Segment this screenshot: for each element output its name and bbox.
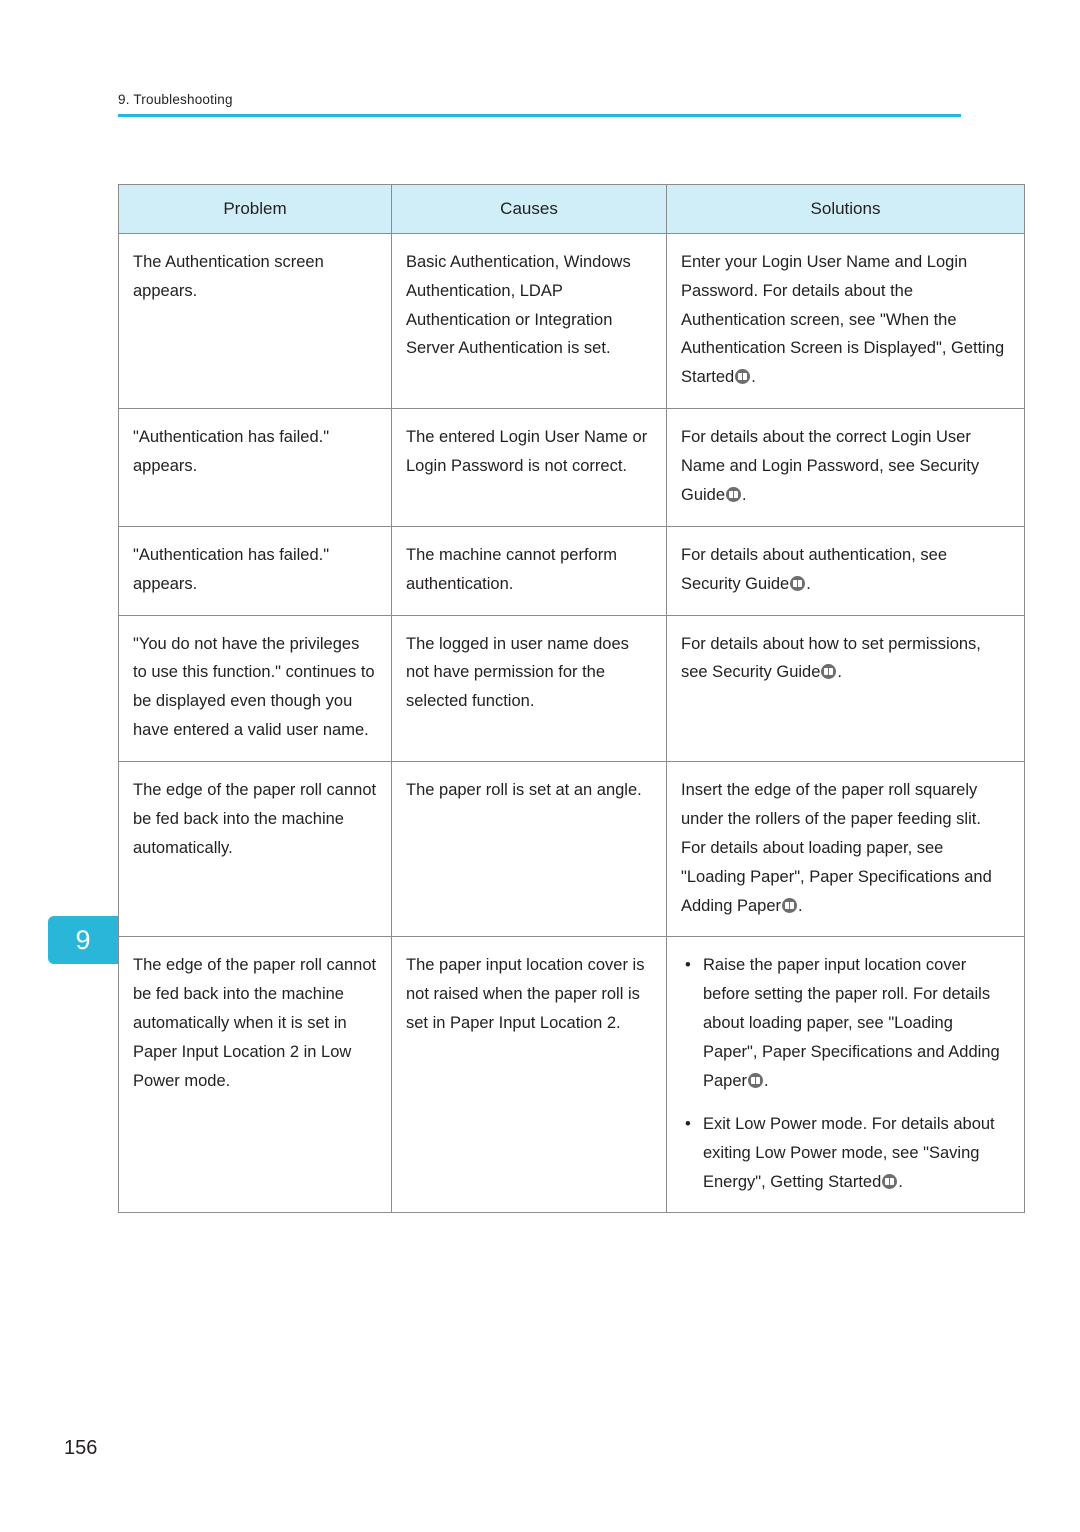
solution-bullet-list: Raise the paper input location cover bef… bbox=[681, 951, 1010, 1196]
table-row: The Authentication screen appears. Basic… bbox=[118, 232, 1025, 410]
table-row: The edge of the paper roll cannot be fed… bbox=[118, 936, 1025, 1214]
cell-solutions: For details about how to set permissions… bbox=[666, 614, 1025, 763]
solution-text-end: . bbox=[837, 663, 842, 682]
chapter-tab-number: 9 bbox=[75, 924, 91, 955]
manual-reference-icon bbox=[726, 486, 742, 502]
table-header-row: Problem Causes Solutions bbox=[118, 184, 1025, 234]
cell-causes: The machine cannot perform authenticatio… bbox=[391, 525, 667, 616]
page-header: 9. Troubleshooting bbox=[118, 92, 961, 117]
solution-text: Raise the paper input location cover bef… bbox=[703, 956, 1000, 1090]
cell-problem: "You do not have the privileges to use t… bbox=[118, 614, 392, 763]
cell-solutions: For details about the correct Login User… bbox=[666, 408, 1025, 527]
cell-solutions: For details about authentication, see Se… bbox=[666, 525, 1025, 616]
cell-causes: The logged in user name does not have pe… bbox=[391, 614, 667, 763]
cell-problem: "Authentication has failed." appears. bbox=[118, 525, 392, 616]
table-row: The edge of the paper roll cannot be fed… bbox=[118, 761, 1025, 938]
solution-text-end: . bbox=[806, 574, 811, 593]
cell-problem: The Authentication screen appears. bbox=[118, 232, 392, 410]
cell-solutions: Raise the paper input location cover bef… bbox=[666, 936, 1025, 1214]
solution-text: Exit Low Power mode. For details about e… bbox=[703, 1114, 995, 1191]
cell-problem: The edge of the paper roll cannot be fed… bbox=[118, 761, 392, 938]
solution-bullet-item: Raise the paper input location cover bef… bbox=[681, 951, 1010, 1095]
cell-solutions: Enter your Login User Name and Login Pas… bbox=[666, 232, 1025, 410]
cell-solutions: Insert the edge of the paper roll square… bbox=[666, 761, 1025, 938]
column-header-solutions: Solutions bbox=[666, 184, 1025, 234]
solution-text-end: . bbox=[798, 896, 803, 915]
manual-reference-icon bbox=[748, 1072, 764, 1088]
manual-reference-icon bbox=[782, 897, 797, 913]
table-row: "Authentication has failed." appears. Th… bbox=[118, 525, 1025, 616]
solution-text-end: . bbox=[764, 1071, 769, 1090]
manual-reference-icon bbox=[882, 1173, 898, 1189]
solution-text-end: . bbox=[898, 1172, 903, 1191]
cell-problem: "Authentication has failed." appears. bbox=[118, 408, 392, 527]
solution-bullet-item: Exit Low Power mode. For details about e… bbox=[681, 1110, 1010, 1197]
chapter-tab: 9 bbox=[48, 916, 118, 964]
column-header-causes: Causes bbox=[391, 184, 667, 234]
page-number: 156 bbox=[64, 1437, 98, 1459]
solution-text-end: . bbox=[751, 368, 756, 387]
cell-problem: The edge of the paper roll cannot be fed… bbox=[118, 936, 392, 1214]
cell-causes: The entered Login User Name or Login Pas… bbox=[391, 408, 667, 527]
cell-causes: The paper input location cover is not ra… bbox=[391, 936, 667, 1214]
column-header-problem: Problem bbox=[118, 184, 392, 234]
manual-reference-icon bbox=[821, 664, 837, 680]
header-divider bbox=[118, 114, 961, 117]
cell-causes: The paper roll is set at an angle. bbox=[391, 761, 667, 938]
table-row: "Authentication has failed." appears. Th… bbox=[118, 408, 1025, 527]
solution-text: Insert the edge of the paper roll square… bbox=[681, 781, 992, 915]
troubleshooting-table: Problem Causes Solutions The Authenticat… bbox=[118, 184, 1025, 1214]
table-row: "You do not have the privileges to use t… bbox=[118, 614, 1025, 763]
chapter-label: 9. Troubleshooting bbox=[118, 92, 233, 107]
manual-reference-icon bbox=[790, 575, 806, 591]
manual-reference-icon bbox=[735, 369, 751, 385]
cell-causes: Basic Authentication, Windows Authentica… bbox=[391, 232, 667, 410]
solution-text: For details about authentication, see Se… bbox=[681, 545, 948, 593]
solution-text: Enter your Login User Name and Login Pas… bbox=[681, 252, 1005, 387]
solution-text-end: . bbox=[742, 485, 747, 504]
